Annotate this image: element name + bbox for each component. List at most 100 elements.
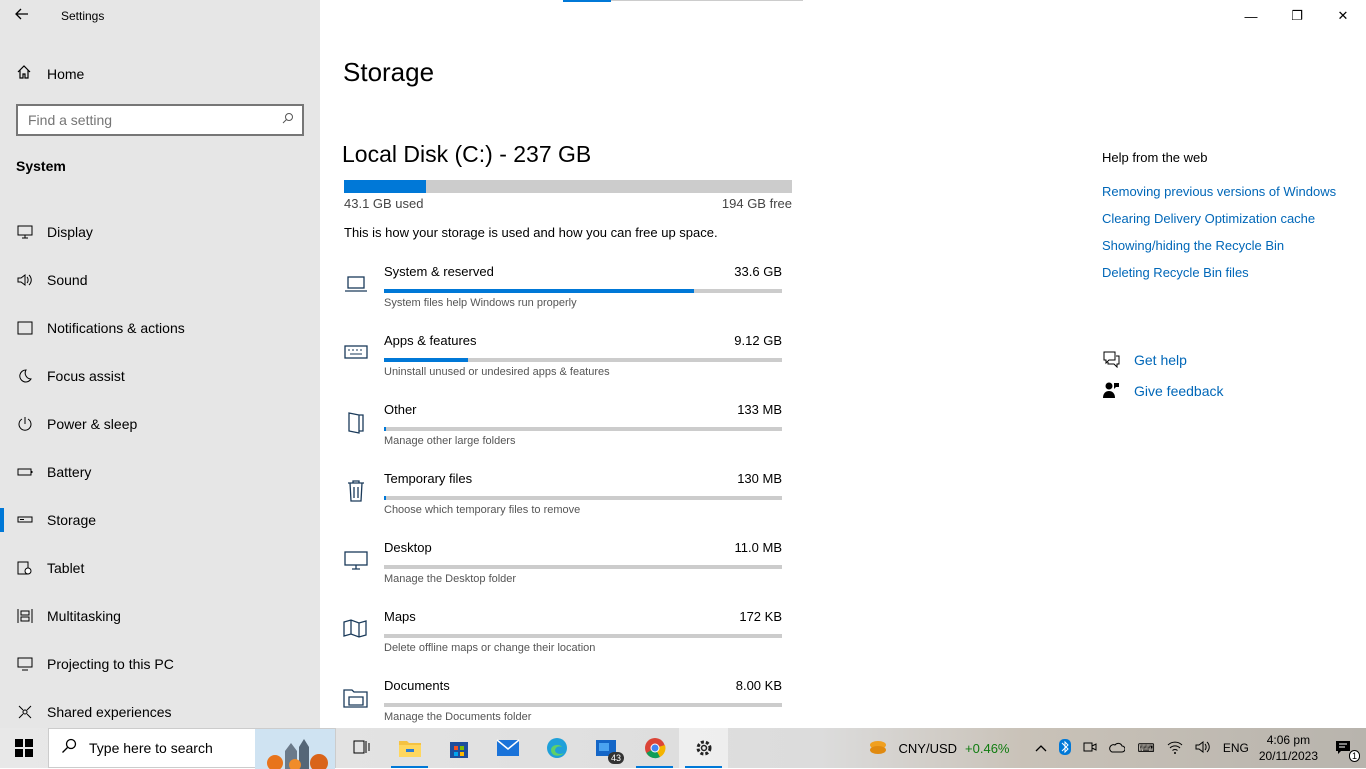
sidebar-item-projecting[interactable]: Projecting to this PC [0,640,320,688]
app-title: Settings [61,9,105,23]
sidebar-item-storage[interactable]: Storage [0,496,320,544]
sidebar-item-display[interactable]: Display [0,208,320,256]
microsoft-store-button[interactable] [434,728,483,768]
multitasking-icon [16,607,34,625]
give-feedback-label: Give feedback [1134,383,1224,399]
give-feedback-link[interactable]: Give feedback [1102,381,1224,401]
clock[interactable]: 4:06 pm 20/11/2023 [1259,732,1318,764]
help-title: Help from the web [1102,150,1208,165]
sidebar-item-label: Sound [47,272,88,288]
chrome-icon [644,738,665,759]
currency-widget[interactable]: CNY/USD +0.46% [867,739,1010,757]
home-label: Home [47,65,85,82]
input-method-icon[interactable]: ⌨ [1137,741,1154,755]
start-button[interactable] [0,728,48,768]
meet-now-icon[interactable] [1083,740,1097,757]
category-system-reserved[interactable]: System & reserved 33.6 GB System files h… [342,262,782,331]
language-indicator[interactable]: ENG [1223,741,1249,755]
disk-usage-fill [344,180,426,193]
sidebar: Settings Home System Display Sound Notif… [0,0,320,728]
category-subtitle: Choose which temporary files to remove [384,504,581,516]
disk-usage-bar [344,180,792,193]
category-size: 172 KB [739,609,782,624]
currency-change: +0.46% [965,740,1010,756]
disk-title[interactable]: Local Disk (C:) - 237 GB [342,141,591,168]
help-link-clear-delivery-cache[interactable]: Clearing Delivery Optimization cache [1102,210,1362,228]
sidebar-item-label: Power & sleep [47,416,138,432]
onedrive-icon[interactable] [1109,741,1126,756]
section-title: System [16,158,66,174]
help-link-remove-previous-versions[interactable]: Removing previous versions of Windows [1102,183,1362,201]
help-actions: Get help Give feedback [1102,350,1224,412]
sidebar-item-focus-assist[interactable]: Focus assist [0,352,320,400]
chevron-up-icon[interactable] [1035,741,1047,755]
category-subtitle: Manage the Desktop folder [384,573,517,585]
edge-browser-icon [546,738,567,758]
back-arrow-icon[interactable] [14,6,34,26]
task-view-button[interactable] [336,728,385,768]
sidebar-item-power-sleep[interactable]: Power & sleep [0,400,320,448]
minimize-button[interactable]: — [1228,0,1274,32]
volume-icon[interactable] [1195,740,1211,757]
home-link[interactable]: Home [16,64,84,83]
sidebar-item-notifications[interactable]: Notifications & actions [0,304,320,352]
file-explorer-button[interactable] [385,728,434,768]
shared-experiences-icon [16,703,34,721]
home-icon [16,64,34,83]
category-bar [384,427,782,431]
gear-icon [696,740,711,756]
sidebar-item-battery[interactable]: Battery [0,448,320,496]
category-size: 130 MB [737,471,782,486]
wifi-icon[interactable] [1167,740,1183,757]
get-help-link[interactable]: Get help [1102,350,1224,370]
folder-icon [342,408,370,436]
disk-free-label: 194 GB free [721,196,792,211]
category-bar-fill [384,358,469,362]
category-temporary-files[interactable]: Temporary files 130 MB Choose which temp… [342,469,782,538]
bluetooth-icon[interactable] [1059,738,1072,758]
search-highlight-image [255,729,335,769]
category-apps-features[interactable]: Apps & features 9.12 GB Uninstall unused… [342,331,782,400]
sidebar-item-multitasking[interactable]: Multitasking [0,592,320,640]
notification-count-badge: 43 [607,752,624,764]
task-view-icon [353,740,369,754]
settings-button[interactable] [679,728,728,768]
category-bar [384,496,782,500]
sidebar-item-label: Battery [47,464,92,480]
category-documents[interactable]: Documents 8.00 KB Manage the Documents f… [342,676,782,728]
help-link-show-hide-recycle-bin[interactable]: Showing/hiding the Recycle Bin [1102,237,1362,255]
mail-button[interactable] [483,728,532,768]
main-content: — ❐ ✕ Storage Local Disk (C:) - 237 GB 4… [320,0,1366,728]
chrome-button[interactable] [630,728,679,768]
chat-help-icon [1102,350,1120,371]
category-bar [384,634,782,638]
action-center-button[interactable]: 1 [1328,740,1360,762]
help-link-delete-recycle-bin[interactable]: Deleting Recycle Bin files [1102,264,1362,282]
category-desktop[interactable]: Desktop 11.0 MB Manage the Desktop folde… [342,538,782,607]
close-button[interactable]: ✕ [1320,0,1366,32]
sidebar-nav: Display Sound Notifications & actions Fo… [0,208,320,736]
documents-icon [342,684,370,712]
search-icon [61,738,81,758]
page-title: Storage [343,57,435,87]
mail-app-button[interactable]: 43 [581,728,630,768]
taskbar-apps: 43 [336,728,728,768]
category-maps[interactable]: Maps 172 KB Delete offline maps or chang… [342,607,782,676]
settings-search-box[interactable] [16,104,304,136]
category-size: 133 MB [737,402,782,417]
sidebar-item-label: Shared experiences [47,704,172,720]
category-other[interactable]: Other 133 MB Manage other large folders [342,400,782,469]
category-bar-fill [384,496,386,500]
sidebar-item-tablet[interactable]: Tablet [0,544,320,592]
sidebar-item-sound[interactable]: Sound [0,256,320,304]
maximize-button[interactable]: ❐ [1274,0,1320,32]
window-controls: — ❐ ✕ [1228,0,1366,32]
taskbar-search-box[interactable]: Type here to search [48,728,336,769]
system-tray: CNY/USD +0.46% ⌨ ENG 4:06 pm 20/11/2023 … [867,728,1366,768]
sidebar-item-label: Storage [47,512,97,528]
edge-button[interactable] [532,728,581,768]
category-bar-fill [384,427,386,431]
category-size: 8.00 KB [735,678,782,693]
settings-search-input[interactable] [18,106,268,134]
taskbar: Type here to search 43 CNY/USD +0.46% ⌨ … [0,728,1366,769]
